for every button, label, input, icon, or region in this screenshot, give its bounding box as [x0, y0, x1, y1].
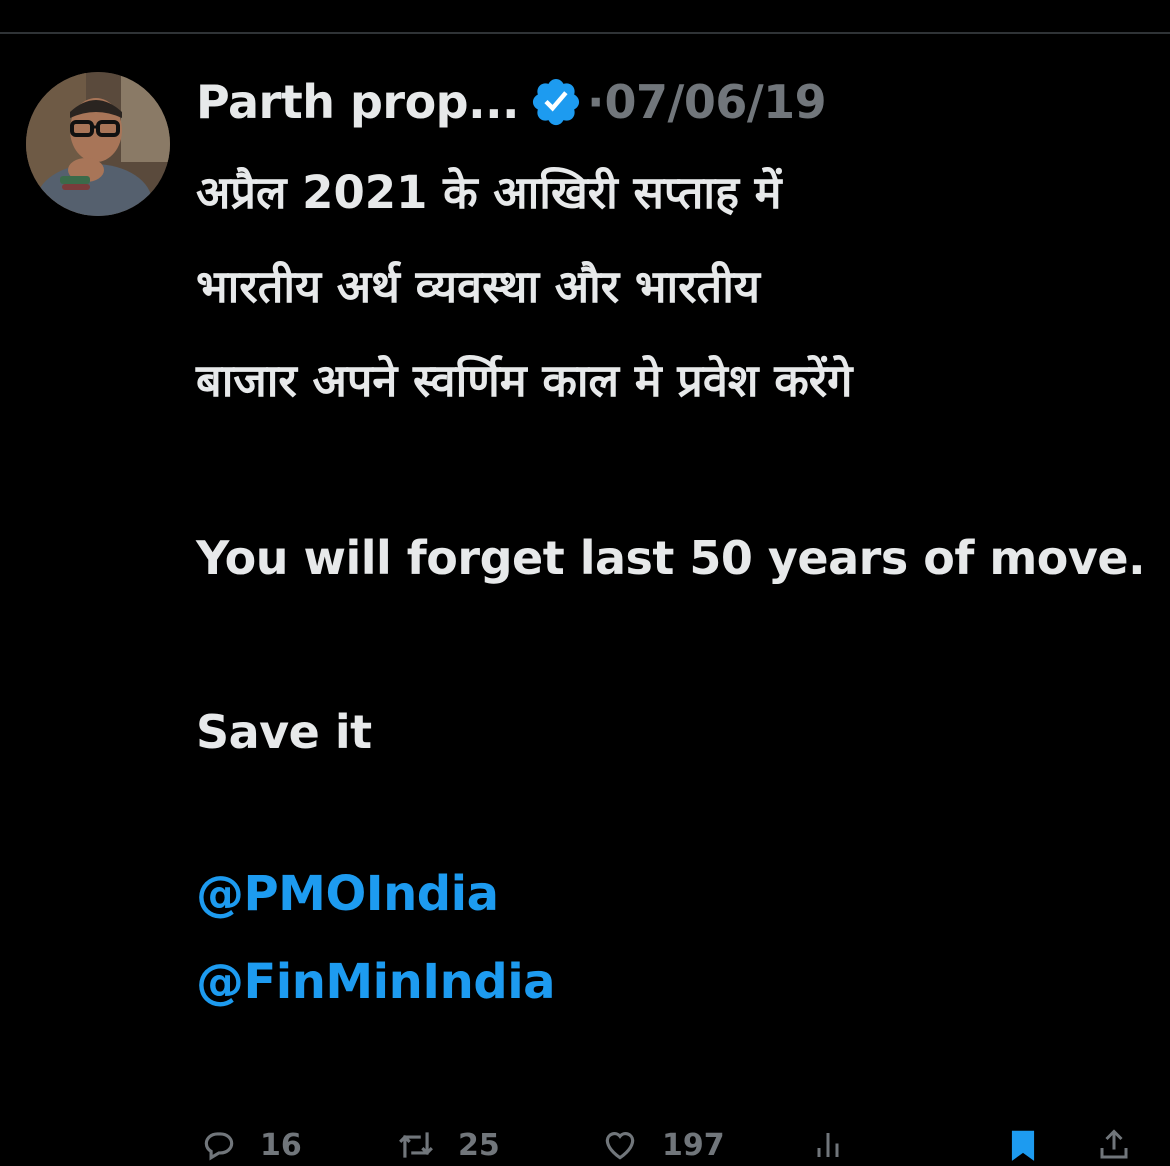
- retweet-button[interactable]: 25: [396, 1126, 500, 1164]
- verified-badge-icon: [529, 75, 583, 129]
- like-button[interactable]: 197: [600, 1126, 725, 1164]
- heart-icon: [605, 1132, 635, 1160]
- retweet-count: 25: [458, 1127, 500, 1163]
- tweet-header: Parth prop... · 07/06/19: [196, 66, 1146, 138]
- hindi-line: बाजार अपने स्वर्णिम काल मे प्रवेश करेंगे: [196, 354, 853, 407]
- mention-link[interactable]: @PMOIndia: [196, 850, 1146, 938]
- tweet: Parth prop... · 07/06/19 अप्रैल 2021 के …: [196, 66, 1146, 1026]
- reply-count: 16: [260, 1127, 302, 1163]
- hindi-line: अप्रैल 2021 के आखिरी सप्ताह में: [196, 166, 782, 219]
- avatar-photo: [26, 72, 170, 216]
- author-name[interactable]: Parth prop...: [196, 75, 520, 129]
- reply-icon: [204, 1132, 234, 1161]
- tweet-date[interactable]: 07/06/19: [605, 75, 827, 129]
- retweet-icon: [399, 1132, 433, 1158]
- tweet-actions: 16 25 197: [196, 1126, 1146, 1166]
- tweet-text-save: Save it: [196, 705, 372, 759]
- mentions: @PMOIndia @FinMinIndia: [196, 850, 1146, 1026]
- share-icon: [1100, 1129, 1128, 1159]
- top-divider: [0, 32, 1170, 34]
- tweet-text-hindi: अप्रैल 2021 के आखिरी सप्ताह में भारतीय अ…: [196, 146, 1146, 428]
- views-button[interactable]: [810, 1126, 846, 1164]
- reply-button[interactable]: 16: [200, 1126, 302, 1164]
- hindi-line: भारतीय अर्थ व्यवस्था और भारतीय: [196, 260, 760, 313]
- mention-link[interactable]: @FinMinIndia: [196, 938, 1146, 1026]
- bookmark-icon: [1011, 1130, 1035, 1161]
- avatar[interactable]: [26, 72, 170, 216]
- like-count: 197: [662, 1127, 725, 1163]
- views-icon: [817, 1133, 839, 1157]
- tweet-text-english: You will forget last 50 years of move.: [196, 531, 1146, 585]
- share-button[interactable]: [1096, 1126, 1132, 1164]
- header-separator: ·: [587, 75, 605, 129]
- bookmark-button[interactable]: [1004, 1126, 1042, 1164]
